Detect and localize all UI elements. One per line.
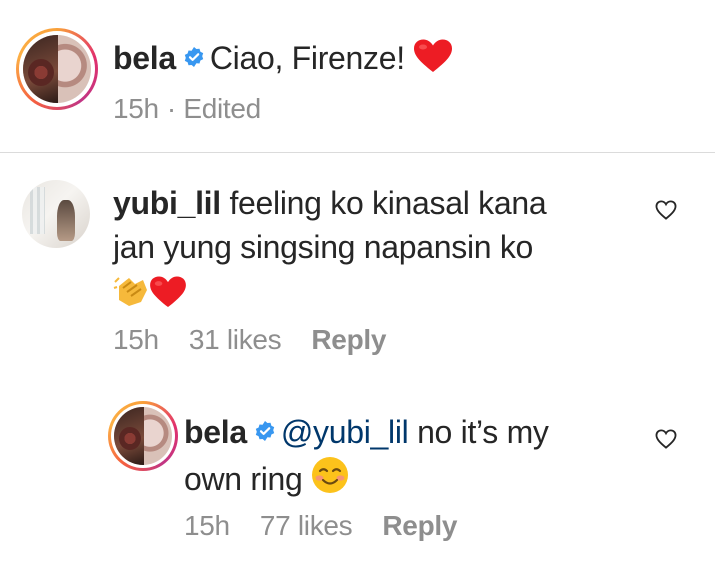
comment-emoji-row [113, 273, 187, 313]
caption-time: 15h [113, 93, 159, 124]
reply-likes[interactable]: 77 likes [260, 510, 353, 541]
reply-block: bela @yubi_lil no it’s my own ring 15h 77 … [0, 373, 715, 573]
caption-avatar[interactable] [16, 28, 98, 110]
reply-line2-row: own ring [184, 456, 349, 499]
verified-badge-icon [184, 47, 204, 67]
comment-block: yubi_lil feeling ko kinasal kana jan yun… [0, 153, 715, 373]
comment-text: yubi_lil feeling ko kinasal kana [113, 183, 633, 223]
edited-label: · Edited [166, 93, 261, 124]
reply-time: 15h [184, 510, 230, 541]
reply-avatar[interactable] [108, 401, 178, 471]
caption-text: bela Ciao, Firenze! [113, 38, 453, 78]
comment-line2: jan yung singsing napansin ko [113, 229, 534, 265]
caption-body: Ciao, Firenze! [209, 40, 405, 76]
heart-outline-icon[interactable] [655, 429, 677, 449]
heart-outline-icon[interactable] [655, 200, 677, 220]
comment-username[interactable]: yubi_lil [113, 185, 221, 221]
comment-time: 15h [113, 324, 159, 355]
clapping-hands-emoji [113, 277, 147, 306]
caption-meta: 15h · Edited [113, 93, 291, 125]
comment-line2-row: jan yung singsing napansin ko [113, 227, 533, 267]
caption-username[interactable]: bela [113, 40, 176, 76]
mention-link[interactable]: @yubi_lil [281, 414, 409, 450]
verified-badge-icon [255, 421, 275, 441]
caption-block: bela Ciao, Firenze! 15h · Edited [0, 0, 715, 152]
comment-reply-button[interactable]: Reply [311, 324, 386, 355]
reply-reply-button[interactable]: Reply [382, 510, 457, 541]
red-heart-emoji [414, 39, 453, 72]
comment-avatar[interactable] [22, 180, 90, 248]
reply-line1: no it’s my [417, 414, 549, 450]
red-heart-emoji [150, 276, 186, 308]
smiling-face-emoji [312, 457, 349, 493]
reply-meta: 15h 77 likes Reply [184, 510, 487, 542]
comment-meta: 15h 31 likes Reply [113, 324, 416, 356]
comment-likes[interactable]: 31 likes [189, 324, 282, 355]
reply-username[interactable]: bela [184, 414, 247, 450]
reply-line2: own ring [184, 461, 303, 497]
reply-text: bela @yubi_lil no it’s my [184, 412, 634, 452]
comment-line1: feeling ko kinasal kana [229, 185, 547, 221]
